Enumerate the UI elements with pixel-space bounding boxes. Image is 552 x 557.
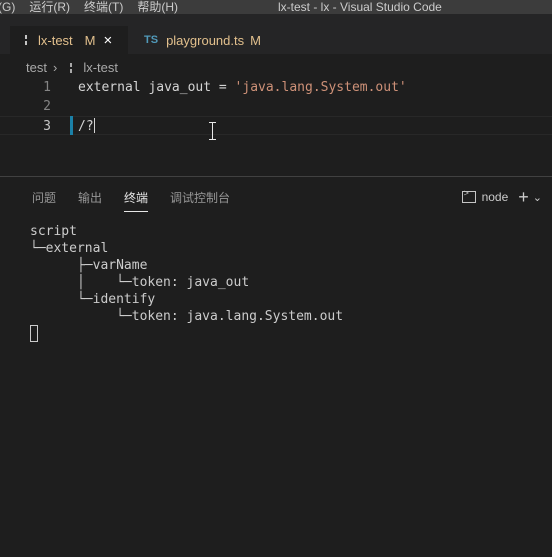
line-number: 1 <box>43 80 51 95</box>
breadcrumb-file[interactable]: lx-test <box>83 60 118 75</box>
code-text: /? <box>78 117 95 136</box>
code-editor[interactable]: 1 external java_out = 'java.lang.System.… <box>0 78 552 176</box>
menu-item-terminal[interactable]: 终端(T) <box>84 0 123 14</box>
window-title: lx-test - lx - Visual Studio Code <box>278 0 442 14</box>
close-icon[interactable]: × <box>104 33 113 48</box>
tab-debug-console[interactable]: 调试控制台 <box>170 189 230 212</box>
title-bar: (G) 运行(R) 终端(T) 帮助(H) lx-test - lx - Visual… <box>0 0 552 14</box>
line-number: 2 <box>43 99 51 114</box>
file-icon <box>65 62 77 74</box>
terminal-line: └─identify <box>30 292 156 307</box>
bottom-panel: 问题 输出 终端 调试控制台 node + ⌄ script └─external… <box>0 176 552 557</box>
terminal-actions: node + ⌄ <box>461 188 542 206</box>
terminal-line: ├─varName <box>30 258 148 273</box>
panel-tab-bar: 问题 输出 终端 调试控制台 <box>32 189 252 212</box>
breadcrumb-folder[interactable]: test <box>26 60 47 75</box>
ts-icon: TS <box>144 34 159 46</box>
terminal-icon <box>461 188 476 203</box>
modified-badge: M <box>84 32 96 48</box>
code-token: /? <box>78 119 94 134</box>
tab-label: lx-test <box>38 32 73 48</box>
line-number: 3 <box>43 119 51 134</box>
modified-gutter-marker <box>70 116 73 135</box>
menu-item-help[interactable]: 帮助(H) <box>137 0 178 14</box>
breadcrumb: test › lx-test <box>26 60 118 75</box>
code-text: external java_out = 'java.lang.System.ou… <box>78 78 407 97</box>
file-icon <box>20 34 32 46</box>
code-line[interactable]: 2 <box>0 97 552 116</box>
terminal-cursor <box>30 325 38 342</box>
chevron-down-icon[interactable]: ⌄ <box>533 191 542 204</box>
new-terminal-plus-icon[interactable]: + <box>518 188 529 206</box>
menu-item-run[interactable]: 运行(R) <box>29 0 70 14</box>
mouse-ibeam-icon <box>208 122 218 140</box>
tab-problems[interactable]: 问题 <box>32 189 56 212</box>
tab-terminal[interactable]: 终端 <box>124 189 149 212</box>
chevron-right-icon: › <box>52 60 58 75</box>
editor-tab-bar: lx-test M × TS playground.ts M <box>0 14 552 54</box>
terminal-shell-label[interactable]: node <box>482 190 509 204</box>
menu-item-go[interactable]: (G) <box>0 0 15 14</box>
text-cursor <box>93 118 95 133</box>
tab-playground-ts[interactable]: TS playground.ts M <box>140 26 261 54</box>
string-literal: 'java.lang.System.out' <box>234 80 407 95</box>
tab-label: playground.ts <box>166 32 245 48</box>
terminal-line: └─token: java.lang.System.out <box>30 309 344 324</box>
tab-output[interactable]: 输出 <box>78 189 102 212</box>
terminal-line: script <box>30 224 77 239</box>
terminal-line: └─external <box>30 241 109 256</box>
menu-bar: (G) 运行(R) 终端(T) 帮助(H) <box>0 0 192 14</box>
terminal-line: │ └─token: java_out <box>30 275 250 290</box>
code-line[interactable]: 1 external java_out = 'java.lang.System.… <box>0 78 552 97</box>
modified-badge: M <box>250 32 261 48</box>
tab-lx-test[interactable]: lx-test M × <box>10 26 128 54</box>
code-line-current[interactable]: 3 /? <box>0 116 552 135</box>
code-token: external java_out = <box>78 80 235 95</box>
terminal-output[interactable]: script └─external ├─varName │ └─token: ja… <box>30 223 343 325</box>
